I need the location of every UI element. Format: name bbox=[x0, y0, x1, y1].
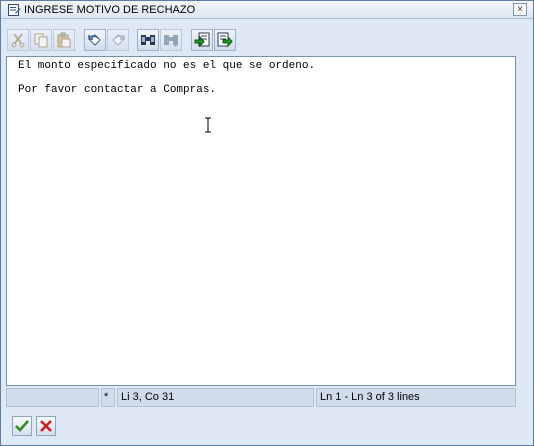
confirm-icon bbox=[15, 420, 29, 432]
close-icon: × bbox=[517, 4, 523, 15]
find-icon bbox=[141, 35, 155, 45]
find-next-icon bbox=[164, 35, 178, 47]
paste-button[interactable] bbox=[53, 29, 75, 51]
redo-icon bbox=[112, 34, 125, 46]
dialog-window: INGRESE MOTIVO DE RECHAZO × El monto esp… bbox=[0, 0, 534, 446]
undo-icon bbox=[88, 34, 101, 46]
close-button[interactable]: × bbox=[513, 3, 527, 16]
modified-indicator: * bbox=[101, 388, 115, 407]
copy-icon bbox=[34, 33, 48, 48]
editor-line-1: El monto especificado no es el que se or… bbox=[18, 60, 316, 72]
dialog-icon bbox=[8, 4, 21, 16]
cut-button[interactable] bbox=[7, 29, 29, 51]
cursor-position: Li 3, Co 31 bbox=[117, 388, 314, 407]
export-icon bbox=[217, 32, 233, 48]
editor-line-3: Por favor contactar a Compras. bbox=[18, 84, 217, 96]
line-range: Ln 1 - Ln 3 of 3 lines bbox=[316, 388, 516, 407]
cancel-button[interactable] bbox=[36, 416, 56, 436]
import-button[interactable] bbox=[191, 29, 213, 51]
title-bar[interactable]: INGRESE MOTIVO DE RECHAZO × bbox=[1, 1, 533, 19]
cut-icon bbox=[11, 33, 25, 48]
import-icon bbox=[194, 32, 210, 48]
undo-button[interactable] bbox=[84, 29, 106, 51]
confirm-button[interactable] bbox=[12, 416, 32, 436]
action-bar bbox=[1, 411, 533, 445]
find-button[interactable] bbox=[137, 29, 159, 51]
cancel-icon bbox=[40, 420, 52, 432]
find-next-button[interactable] bbox=[160, 29, 182, 51]
text-editor[interactable]: El monto especificado no es el que se or… bbox=[6, 56, 516, 386]
status-bar: * Li 3, Co 31 Ln 1 - Ln 3 of 3 lines bbox=[6, 388, 516, 407]
redo-button[interactable] bbox=[107, 29, 129, 51]
status-cell-empty bbox=[6, 388, 99, 407]
editor-toolbar bbox=[5, 27, 531, 53]
copy-button[interactable] bbox=[30, 29, 52, 51]
text-cursor-icon bbox=[205, 117, 211, 133]
export-button[interactable] bbox=[214, 29, 236, 51]
dialog-title: INGRESE MOTIVO DE RECHAZO bbox=[24, 4, 196, 16]
paste-icon bbox=[57, 32, 71, 48]
